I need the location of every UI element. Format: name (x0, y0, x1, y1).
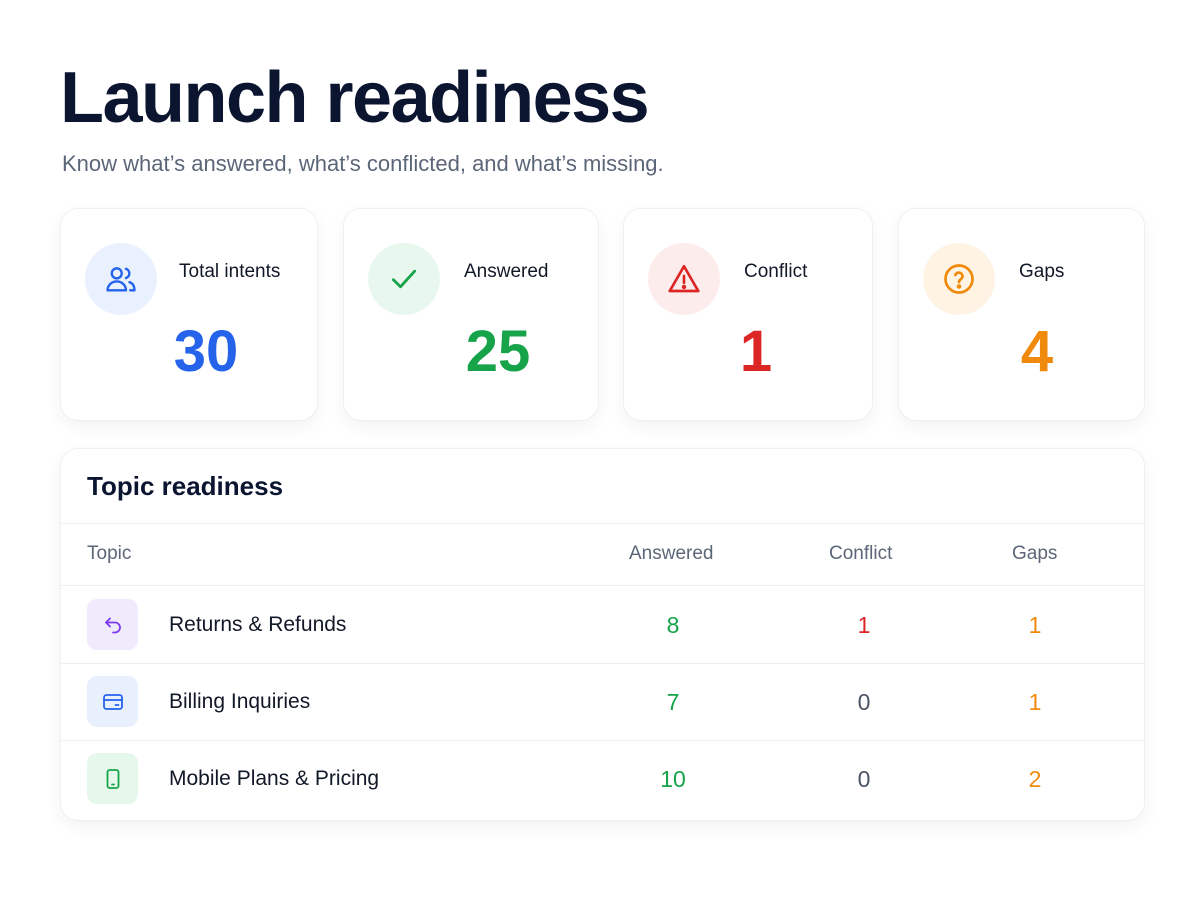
launch-readiness-page: Launch readiness Know what’s answered, w… (0, 0, 1200, 900)
table-row[interactable]: Mobile Plans & Pricing 10 0 2 (61, 740, 1146, 817)
gaps-count: 1 (1028, 689, 1042, 715)
stat-label: Total intents (179, 261, 281, 282)
topic-name: Billing Inquiries (169, 690, 311, 713)
stat-value: 1 (739, 319, 773, 384)
answered-count: 8 (666, 612, 680, 638)
stat-card-gaps: Gaps 4 (898, 208, 1145, 421)
stat-label: Gaps (1019, 261, 1065, 282)
column-header-gaps: Gaps (1012, 543, 1058, 564)
stat-card-answered: Answered 25 (343, 208, 599, 421)
stat-value: 25 (465, 319, 531, 384)
table-row[interactable]: Returns & Refunds 8 1 1 (61, 586, 1146, 663)
users-icon (85, 243, 157, 315)
divider (61, 523, 1146, 524)
stat-card-conflict: Conflict 1 (623, 208, 873, 421)
answered-count: 7 (666, 689, 680, 715)
check-icon (368, 243, 440, 315)
return-arrow-icon (87, 599, 138, 650)
answered-count: 10 (660, 766, 686, 792)
stat-value: 30 (173, 319, 239, 384)
credit-card-icon (87, 676, 138, 727)
topic-name: Returns & Refunds (169, 613, 347, 636)
stat-label: Conflict (744, 261, 808, 282)
panel-title: Topic readiness (87, 471, 284, 501)
topic-name: Mobile Plans & Pricing (169, 767, 380, 790)
stat-value: 4 (1020, 319, 1054, 384)
page-title: Launch readiness (60, 58, 650, 138)
stat-label: Answered (464, 261, 549, 282)
mobile-phone-icon (87, 753, 138, 804)
column-header-topic: Topic (87, 543, 132, 564)
stat-card-total-intents: Total intents 30 (60, 208, 318, 421)
conflict-count: 0 (857, 766, 871, 792)
table-row[interactable]: Billing Inquiries 7 0 1 (61, 663, 1146, 740)
gaps-count: 1 (1028, 612, 1042, 638)
column-header-answered: Answered (629, 543, 714, 564)
conflict-count: 1 (857, 612, 871, 638)
question-circle-icon (923, 243, 995, 315)
warning-icon (648, 243, 720, 315)
gaps-count: 2 (1028, 766, 1042, 792)
conflict-count: 0 (857, 689, 871, 715)
topic-readiness-panel: Topic readiness Topic Answered Conflict … (60, 448, 1146, 821)
column-header-conflict: Conflict (829, 543, 893, 564)
page-subtitle: Know what’s answered, what’s conflicted,… (62, 151, 664, 176)
